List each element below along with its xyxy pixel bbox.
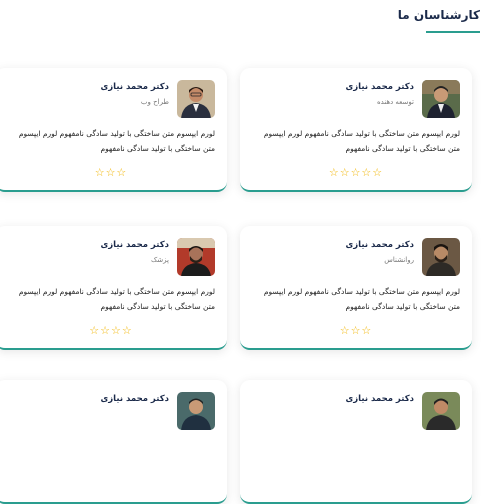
expert-description: لورم ایپسوم متن ساختگی با تولید سادگی نا… bbox=[263, 129, 460, 153]
section-title: کارشناسان ما bbox=[397, 8, 480, 22]
expert-name: دکتر محمد نیازی bbox=[100, 82, 169, 92]
section-title-underline bbox=[426, 31, 480, 33]
person-avatar-icon bbox=[422, 238, 460, 276]
person-avatar-icon bbox=[177, 238, 215, 276]
expert-name: دکتر محمد نیازی bbox=[345, 394, 414, 404]
expert-card[interactable]: دکتر محمد نیازی bbox=[0, 380, 227, 504]
person-avatar-icon bbox=[422, 80, 460, 118]
expert-name: دکتر محمد نیازی bbox=[345, 82, 414, 92]
person-avatar-icon bbox=[177, 80, 215, 118]
rating-stars: ☆☆☆☆☆ bbox=[328, 166, 384, 179]
rating-stars: ☆☆☆ bbox=[339, 324, 373, 337]
expert-name: دکتر محمد نیازی bbox=[100, 394, 169, 404]
expert-role: روانشناس bbox=[384, 256, 414, 264]
expert-description: لورم ایپسوم متن ساختگی با تولید سادگی نا… bbox=[263, 287, 460, 311]
expert-card[interactable]: دکتر محمد نیازی طراح وب لورم ایپسوم متن … bbox=[0, 68, 227, 192]
expert-card[interactable]: دکتر محمد نیازی توسعه دهنده لورم ایپسوم … bbox=[240, 68, 472, 192]
rating-stars: ☆☆☆☆ bbox=[89, 324, 133, 337]
rating-stars: ☆☆☆ bbox=[94, 166, 128, 179]
expert-description: لورم ایپسوم متن ساختگی با تولید سادگی نا… bbox=[18, 129, 215, 153]
expert-role: توسعه دهنده bbox=[376, 98, 414, 106]
expert-role: پزشک bbox=[151, 256, 169, 264]
expert-role: طراح وب bbox=[140, 98, 169, 106]
expert-card[interactable]: دکتر محمد نیازی bbox=[240, 380, 472, 504]
expert-card[interactable]: دکتر محمد نیازی روانشناس لورم ایپسوم متن… bbox=[240, 226, 472, 350]
expert-card[interactable]: دکتر محمد نیازی پزشک لورم ایپسوم متن ساخ… bbox=[0, 226, 227, 350]
expert-description: لورم ایپسوم متن ساختگی با تولید سادگی نا… bbox=[18, 287, 215, 311]
expert-name: دکتر محمد نیازی bbox=[345, 240, 414, 250]
person-avatar-icon bbox=[177, 392, 215, 430]
person-avatar-icon bbox=[422, 392, 460, 430]
expert-name: دکتر محمد نیازی bbox=[100, 240, 169, 250]
